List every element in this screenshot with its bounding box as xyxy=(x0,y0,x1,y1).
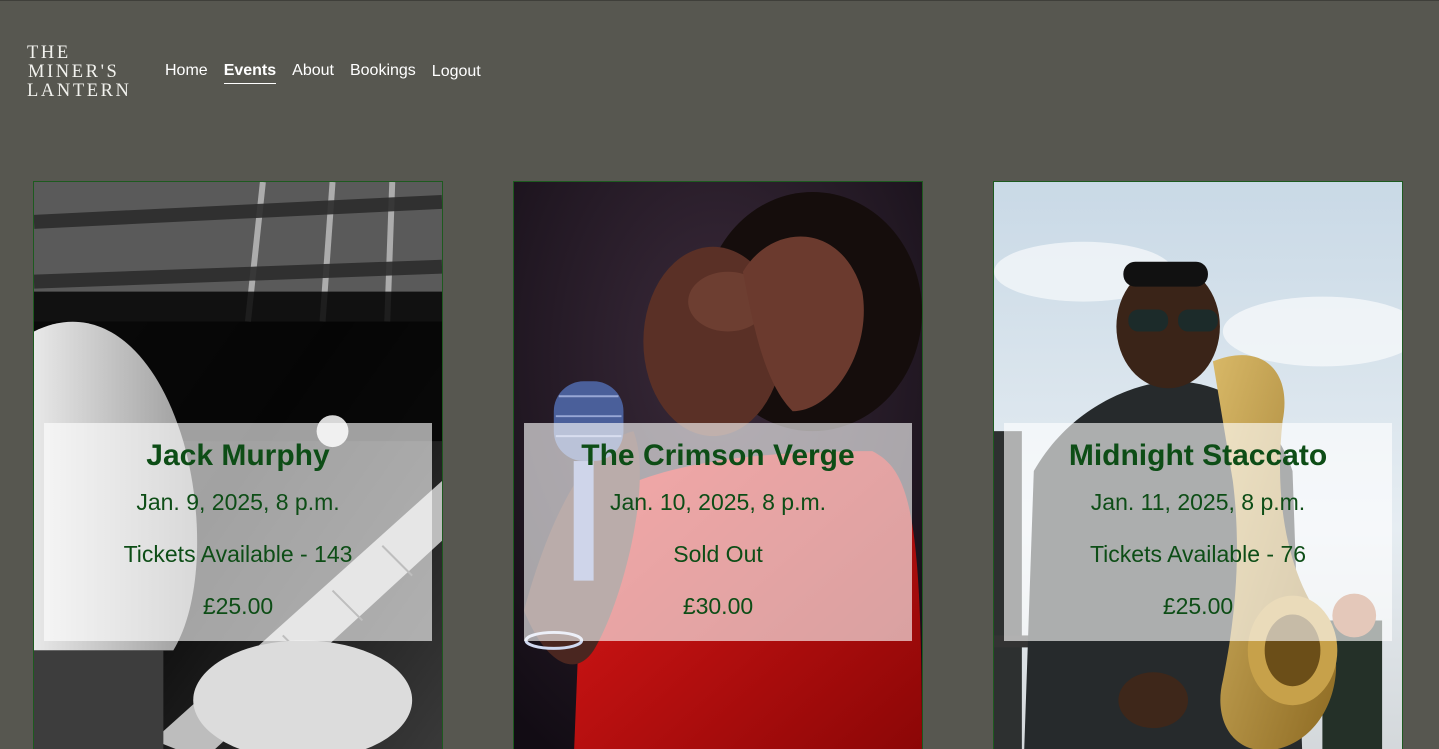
event-availability: Sold Out xyxy=(673,541,763,567)
event-info-panel: Jack Murphy Jan. 9, 2025, 8 p.m. Tickets… xyxy=(44,423,432,641)
logo-line-2: MINER'S xyxy=(28,62,120,82)
event-price: £25.00 xyxy=(202,593,274,619)
event-datetime: Jan. 11, 2025, 8 p.m. xyxy=(1090,489,1306,515)
event-info-panel: The Crimson Verge Jan. 10, 2025, 8 p.m. … xyxy=(524,423,912,641)
event-card[interactable]: Jack Murphy Jan. 9, 2025, 8 p.m. Tickets… xyxy=(33,181,443,749)
event-info-panel: Midnight Staccato Jan. 11, 2025, 8 p.m. … xyxy=(1004,423,1392,641)
event-title[interactable]: Jack Murphy xyxy=(44,439,432,473)
event-availability: Tickets Available - 143 xyxy=(123,541,353,567)
event-card[interactable]: Midnight Staccato Jan. 11, 2025, 8 p.m. … xyxy=(993,181,1403,749)
nav-bookings[interactable]: Bookings xyxy=(350,62,416,84)
nav-home[interactable]: Home xyxy=(165,62,208,84)
nav-logout[interactable]: Logout xyxy=(432,63,481,85)
event-card[interactable]: The Crimson Verge Jan. 10, 2025, 8 p.m. … xyxy=(513,181,923,749)
event-datetime: Jan. 10, 2025, 8 p.m. xyxy=(609,489,827,515)
main-nav: Home Events About Bookings Logout xyxy=(165,62,497,84)
event-price: £25.00 xyxy=(1162,593,1234,619)
top-divider xyxy=(0,0,1439,1)
event-price: £30.00 xyxy=(682,593,754,619)
event-availability: Tickets Available - 76 xyxy=(1089,541,1307,567)
event-title[interactable]: Midnight Staccato xyxy=(1004,439,1392,473)
event-title[interactable]: The Crimson Verge xyxy=(524,439,912,473)
site-logo[interactable]: THE MINER'S LANTERN xyxy=(27,44,132,101)
nav-about[interactable]: About xyxy=(292,62,334,84)
nav-events[interactable]: Events xyxy=(223,62,277,84)
logo-line-3: LANTERN xyxy=(27,81,132,101)
event-datetime: Jan. 9, 2025, 8 p.m. xyxy=(136,489,340,515)
logo-line-1: THE xyxy=(27,43,71,63)
